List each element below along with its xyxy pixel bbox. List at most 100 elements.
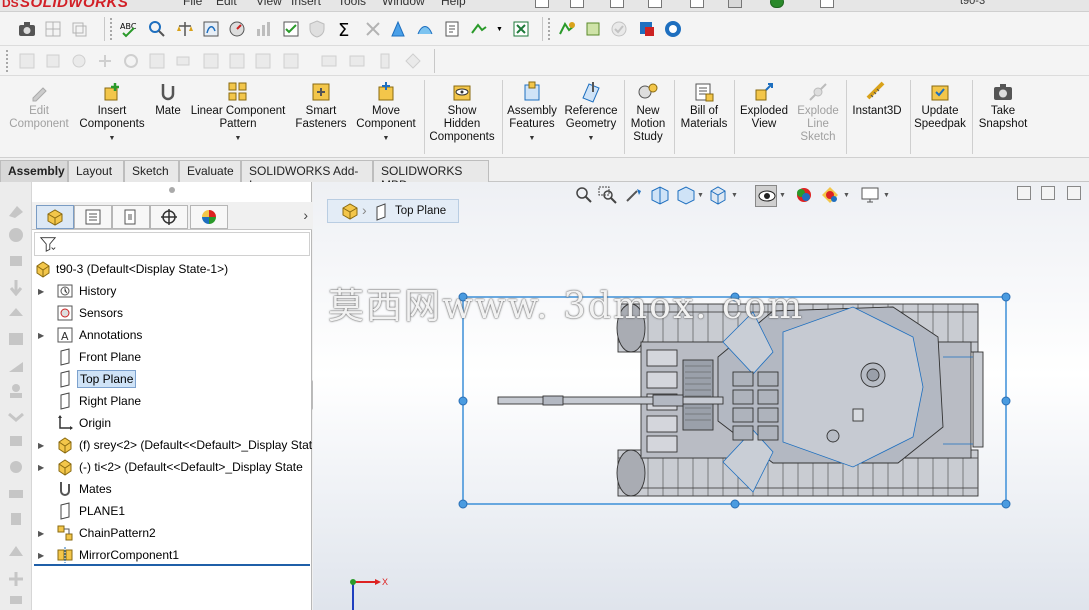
pdm-icon[interactable] <box>636 18 658 40</box>
undo-icon[interactable] <box>690 0 704 8</box>
flow-icon[interactable] <box>582 18 604 40</box>
print-icon[interactable] <box>648 0 662 8</box>
expand-arrow-icon[interactable]: ▶ <box>38 331 48 340</box>
tab-sketch[interactable]: Sketch <box>124 160 179 182</box>
insert-components-button[interactable]: Insert Components ▼ <box>74 80 150 145</box>
section-properties-icon[interactable] <box>200 18 222 40</box>
disabled-tool-icon[interactable] <box>374 50 396 72</box>
tab-solidworks-addins[interactable]: SOLIDWORKS Add-Ins <box>241 160 373 192</box>
expand-arrow-icon[interactable]: ▶ <box>38 287 48 296</box>
disabled-tool-icon[interactable] <box>6 484 26 502</box>
panel-grab-handle[interactable] <box>169 187 175 193</box>
expand-arrow-icon[interactable]: ▶ <box>38 441 48 450</box>
disabled-tool-icon[interactable] <box>346 50 368 72</box>
expand-arrow-icon[interactable]: ▶ <box>38 551 48 560</box>
tank-model-view[interactable] <box>313 182 1089 610</box>
disabled-tool-icon[interactable] <box>200 50 222 72</box>
disabled-tool-icon[interactable] <box>280 50 302 72</box>
dropdown-arrow-icon[interactable]: ▼ <box>383 132 390 145</box>
geometry-analysis-icon[interactable] <box>468 18 490 40</box>
tab-evaluate[interactable]: Evaluate <box>179 160 241 182</box>
dimxpert-tab-icon[interactable] <box>150 205 188 229</box>
statistics-icon[interactable] <box>252 18 274 40</box>
disabled-tool-icon[interactable] <box>6 432 26 450</box>
tree-item[interactable]: Top Plane <box>38 369 310 389</box>
tree-item[interactable]: ▶ (f) srey<2> (Default<<Default>_Display … <box>38 435 312 455</box>
smart-fasteners-button[interactable]: Smart Fasteners <box>292 80 350 131</box>
disabled-tool-icon[interactable] <box>6 382 26 400</box>
disabled-tool-icon[interactable] <box>252 50 274 72</box>
disabled-tool-icon[interactable] <box>6 408 26 426</box>
tree-item[interactable]: Sensors <box>38 303 310 323</box>
disabled-tool-icon[interactable] <box>402 50 424 72</box>
simulation-icon[interactable] <box>556 18 578 40</box>
disabled-tool-icon[interactable] <box>6 278 26 296</box>
disabled-tool-icon[interactable] <box>42 50 64 72</box>
tree-item[interactable]: Mates <box>38 479 310 499</box>
disabled-tool-icon[interactable] <box>6 252 26 270</box>
tree-item[interactable]: ▶ (-) ti<2> (Default<<Default>_Display St… <box>38 457 310 477</box>
feature-manager-tab-icon[interactable] <box>36 205 74 229</box>
parting-line-icon[interactable] <box>442 18 464 40</box>
tree-item[interactable]: Right Plane <box>38 391 310 411</box>
property-manager-tab-icon[interactable] <box>74 205 112 229</box>
tree-filter-bar[interactable] <box>34 232 310 256</box>
dropdown-arrow-icon[interactable]: ▼ <box>529 132 536 145</box>
equations-icon[interactable]: Σ <box>334 18 356 40</box>
disabled-tool-icon[interactable] <box>94 50 116 72</box>
show-hidden-components-button[interactable]: Show Hidden Components <box>426 80 498 144</box>
explode-line-sketch-button[interactable]: Explode Line Sketch <box>792 80 844 144</box>
draft-analysis-icon[interactable] <box>388 18 410 40</box>
expand-arrow-icon[interactable]: ▶ <box>38 529 48 538</box>
shield-icon[interactable] <box>306 18 328 40</box>
verify-icon[interactable] <box>608 18 630 40</box>
disabled-tool-icon[interactable] <box>6 458 26 476</box>
dropdown-arrow-icon[interactable]: ▼ <box>235 132 242 145</box>
camera-icon[interactable] <box>16 18 38 40</box>
bill-of-materials-button[interactable]: Bill of Materials <box>676 80 732 131</box>
tree-item[interactable]: Front Plane <box>38 347 310 367</box>
tree-item[interactable]: ▶ A Annotations <box>38 325 310 345</box>
help-icon[interactable] <box>662 18 684 40</box>
tree-item[interactable]: ▶ MirrorComponent1 <box>38 545 310 565</box>
disabled-tool-icon[interactable] <box>68 50 90 72</box>
save-icon[interactable] <box>610 0 624 8</box>
disabled-tool-icon[interactable] <box>146 50 168 72</box>
mass-properties-icon[interactable] <box>174 18 196 40</box>
menu-file[interactable]: File <box>183 0 202 8</box>
menu-insert[interactable]: Insert <box>291 0 321 8</box>
undercut-icon[interactable] <box>414 18 436 40</box>
filter-icon[interactable] <box>39 235 57 253</box>
new-motion-study-button[interactable]: New Motion Study <box>626 80 670 144</box>
check-icon[interactable] <box>280 18 302 40</box>
tab-assembly[interactable]: Assembly <box>0 160 68 182</box>
tree-item[interactable]: Origin <box>38 413 310 433</box>
tree-item[interactable]: ▶ History <box>38 281 310 301</box>
disabled-tool-icon[interactable] <box>172 50 194 72</box>
graphics-area[interactable]: › Top Plane ▼ ▼ ▼ ▼ ▼ 莫西网www. 3dmox. com… <box>313 182 1089 610</box>
disabled-tool-icon[interactable] <box>6 358 26 376</box>
tab-layout[interactable]: Layout <box>68 160 124 182</box>
take-snapshot-button[interactable]: Take Snapshot <box>974 80 1032 131</box>
options-icon[interactable] <box>820 0 834 8</box>
rebuild-icon[interactable] <box>770 0 784 8</box>
disabled-tool-icon[interactable] <box>6 202 26 220</box>
menu-tools[interactable]: Tools <box>338 0 366 8</box>
disabled-tool-icon[interactable] <box>318 50 340 72</box>
chevron-right-icon[interactable]: › <box>303 207 308 223</box>
display-manager-tab-icon[interactable] <box>190 205 228 229</box>
open-document-icon[interactable] <box>570 0 584 8</box>
tree-root[interactable]: t90-3 (Default<Display State-1>) <box>32 259 310 279</box>
copy-icon[interactable] <box>68 18 90 40</box>
expand-arrow-icon[interactable]: ▶ <box>38 463 48 472</box>
tree-item[interactable]: PLANE1 <box>38 501 310 521</box>
spell-check-icon[interactable]: ABC <box>118 18 140 40</box>
toolbar-grip[interactable] <box>548 18 552 40</box>
dropdown-arrow-icon[interactable]: ▼ <box>109 132 116 145</box>
disabled-tool-icon[interactable] <box>6 570 26 588</box>
mate-button[interactable]: Mate <box>150 80 186 118</box>
instant3d-button[interactable]: Instant3D <box>848 80 906 118</box>
disabled-tool-icon[interactable] <box>6 594 26 610</box>
grid-icon[interactable] <box>42 18 64 40</box>
disabled-tool-icon[interactable] <box>6 542 26 560</box>
